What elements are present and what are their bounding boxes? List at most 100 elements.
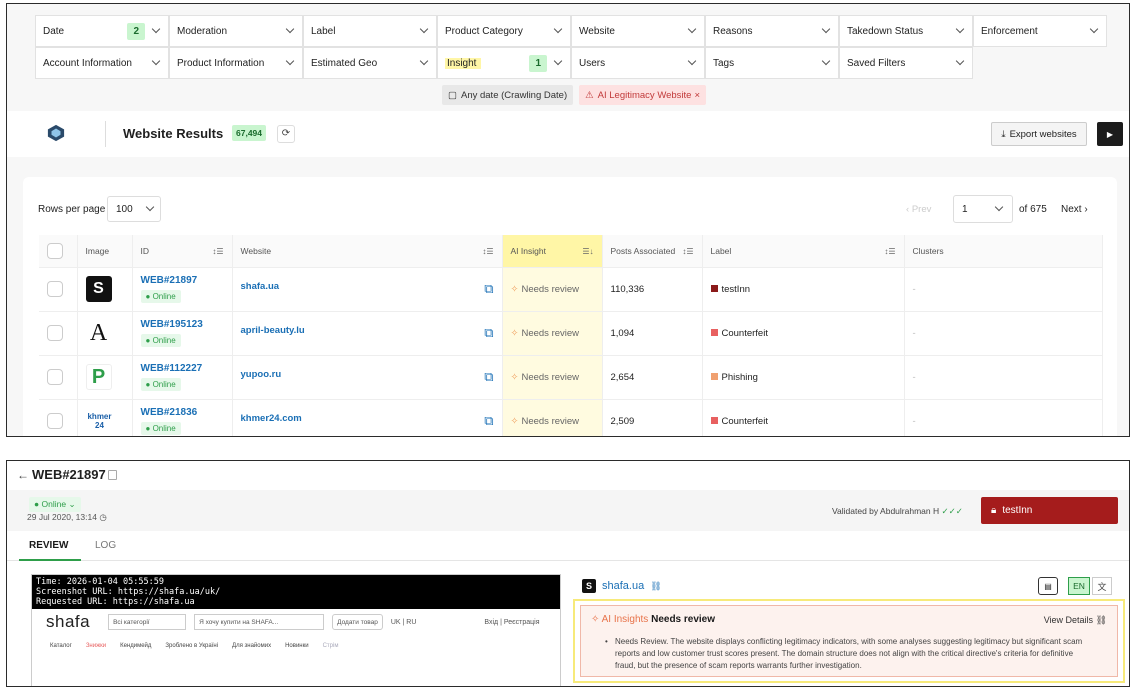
- website-id-link[interactable]: WEB#112227: [141, 363, 224, 374]
- chevron-down-icon: [1089, 26, 1099, 36]
- screenshot-search: Я хочу купити на SHAFA...: [194, 614, 325, 630]
- tab-log[interactable]: LOG: [95, 540, 116, 551]
- table-row[interactable]: S WEB#21897 ● Online shafa.ua ⧉ ✧ Needs rev…: [39, 266, 1103, 311]
- export-websites-button[interactable]: ⤓ Export websites: [991, 122, 1087, 146]
- link-icon[interactable]: ⛓: [650, 581, 661, 592]
- chevron-down-icon: [821, 26, 831, 36]
- select-all-checkbox[interactable]: [47, 242, 63, 259]
- status-badge: ● Online: [140, 422, 181, 436]
- results-panel: Date 2 Moderation Label Product Category …: [6, 3, 1130, 437]
- col-posts-associated[interactable]: Posts Associated ↕☰: [602, 235, 703, 267]
- website-id-link[interactable]: WEB#21897: [141, 275, 224, 286]
- refresh-icon[interactable]: ⟳: [277, 125, 295, 143]
- lang-en-button[interactable]: EN: [1068, 577, 1090, 595]
- filter-account-information[interactable]: Account Information: [35, 47, 169, 79]
- filter-date[interactable]: Date 2: [35, 15, 169, 47]
- table-row[interactable]: khmer 24 WEB#21836 ● Online khmer24.com ⧉ …: [39, 398, 1103, 436]
- filter-saved-filters[interactable]: Saved Filters: [839, 47, 973, 79]
- filter-row-1: Date 2 Moderation Label Product Category …: [35, 15, 1107, 47]
- back-arrow-icon[interactable]: ←: [17, 468, 29, 482]
- website-thumbnail: khmer 24: [85, 408, 114, 435]
- status-badge: ● Online: [140, 290, 181, 303]
- sort-icon[interactable]: ☰↓: [582, 247, 593, 256]
- screenshot-category: Всі категорії: [108, 614, 187, 630]
- row-checkbox[interactable]: [47, 413, 63, 430]
- chevron-down-icon: [419, 26, 429, 36]
- sort-icon[interactable]: ↕☰: [682, 247, 693, 256]
- external-link-icon[interactable]: ⧉: [484, 281, 493, 297]
- clusters-value: -: [904, 310, 1103, 355]
- active-tab-indicator: [19, 559, 81, 561]
- chip-any-date[interactable]: ▢ Any date (Crawling Date): [442, 85, 574, 105]
- rows-per-page-select[interactable]: 100: [107, 196, 161, 222]
- screenshot-nav: shafa Всі категорії Я хочу купити на SHA…: [32, 609, 560, 635]
- prev-page-button[interactable]: ‹ Prev: [906, 204, 931, 215]
- shafa-logo: shafa: [46, 612, 91, 631]
- close-icon[interactable]: ×: [694, 90, 700, 101]
- ai-insights-heading: ✧ AI Insights Needs review: [591, 614, 716, 625]
- filter-users[interactable]: Users: [571, 47, 705, 79]
- label-button[interactable]: 🔒︎ testInn: [981, 497, 1118, 524]
- external-link-icon[interactable]: ⧉: [484, 413, 493, 429]
- copy-icon[interactable]: [108, 470, 117, 480]
- label-color-swatch: [710, 416, 718, 424]
- website-link[interactable]: yupoo.ru: [241, 369, 282, 385]
- tab-review[interactable]: REVIEW: [29, 540, 68, 551]
- col-id[interactable]: ID ↕☰: [132, 235, 233, 267]
- active-filter-chips: ▢ Any date (Crawling Date) ⚠ AI Legitimacy…: [442, 85, 707, 105]
- next-page-button[interactable]: Next ›: [1061, 204, 1088, 215]
- filter-takedown-status[interactable]: Takedown Status: [839, 15, 973, 47]
- filter-product-information[interactable]: Product Information: [169, 47, 303, 79]
- filter-label[interactable]: Label: [303, 15, 437, 47]
- row-checkbox[interactable]: [47, 281, 63, 297]
- filter-estimated-geo[interactable]: Estimated Geo: [303, 47, 437, 79]
- sort-icon[interactable]: ↕☰: [884, 247, 895, 256]
- chevron-down-icon: [994, 204, 1004, 214]
- chevron-down-icon: [285, 58, 295, 68]
- results-header: Website Results 67,494 ⟳ ⤓ Export website…: [7, 111, 1129, 157]
- website-thumbnail: A: [85, 320, 112, 346]
- filter-reasons[interactable]: Reasons: [705, 15, 839, 47]
- rows-per-page-label: Rows per page: [38, 204, 106, 215]
- filter-product-category[interactable]: Product Category: [437, 15, 571, 47]
- row-checkbox[interactable]: [47, 325, 63, 341]
- table-row[interactable]: P WEB#112227 ● Online yupoo.ru ⧉ ✧ Needs re…: [39, 354, 1103, 399]
- select-all-cell: [39, 235, 78, 267]
- website-id-link[interactable]: WEB#195123: [141, 319, 224, 330]
- validated-by: Validated by Abdulrahman H ✓✓✓: [832, 506, 963, 516]
- filter-tags[interactable]: Tags: [705, 47, 839, 79]
- posts-count: 2,509: [602, 398, 703, 436]
- ai-insights-box: ✧ AI Insights Needs review View Details …: [573, 599, 1125, 683]
- website-id-link[interactable]: WEB#21836: [141, 407, 224, 418]
- col-image: Image: [77, 235, 133, 267]
- sort-icon[interactable]: ↕☰: [482, 247, 493, 256]
- filter-website[interactable]: Website: [571, 15, 705, 47]
- detail-date: 29 Jul 2020, 13:14 ◷: [27, 512, 107, 522]
- chip-ai-legitimacy[interactable]: ⚠ AI Legitimacy Website ×: [579, 85, 707, 105]
- translate-icon[interactable]: 文: [1092, 577, 1112, 595]
- col-ai-insight[interactable]: AI Insight ☰↓: [502, 235, 603, 267]
- sort-icon[interactable]: ↕☰: [212, 247, 223, 256]
- external-link-icon[interactable]: ⧉: [484, 369, 493, 385]
- filter-moderation[interactable]: Moderation: [169, 15, 303, 47]
- row-checkbox[interactable]: [47, 369, 63, 385]
- website-link[interactable]: shafa.ua: [241, 281, 280, 297]
- external-link-icon[interactable]: ⧉: [484, 325, 493, 341]
- status-dropdown[interactable]: ● Online ⌄: [29, 497, 81, 512]
- filter-insight[interactable]: Insight 1: [437, 47, 571, 79]
- col-label[interactable]: Label ↕☰: [702, 235, 905, 267]
- website-link[interactable]: april-beauty.lu: [241, 325, 305, 341]
- col-website[interactable]: Website ↕☰: [232, 235, 503, 267]
- chevron-down-icon: [821, 58, 831, 68]
- table-row[interactable]: A WEB#195123 ● Online april-beauty.lu ⧉ ✧ N…: [39, 310, 1103, 355]
- website-link[interactable]: khmer24.com: [241, 413, 302, 429]
- download-icon: ⤓: [1001, 128, 1006, 140]
- site-link[interactable]: shafa.ua: [602, 580, 644, 592]
- chevron-down-icon: [151, 58, 161, 68]
- page-select[interactable]: 1: [953, 195, 1013, 223]
- chevron-down-icon: [955, 26, 965, 36]
- filter-enforcement[interactable]: Enforcement: [973, 15, 1107, 47]
- play-button[interactable]: ▶: [1097, 122, 1123, 146]
- document-icon[interactable]: ▤: [1038, 577, 1058, 595]
- view-details-link[interactable]: View Details ⛓: [1044, 615, 1107, 626]
